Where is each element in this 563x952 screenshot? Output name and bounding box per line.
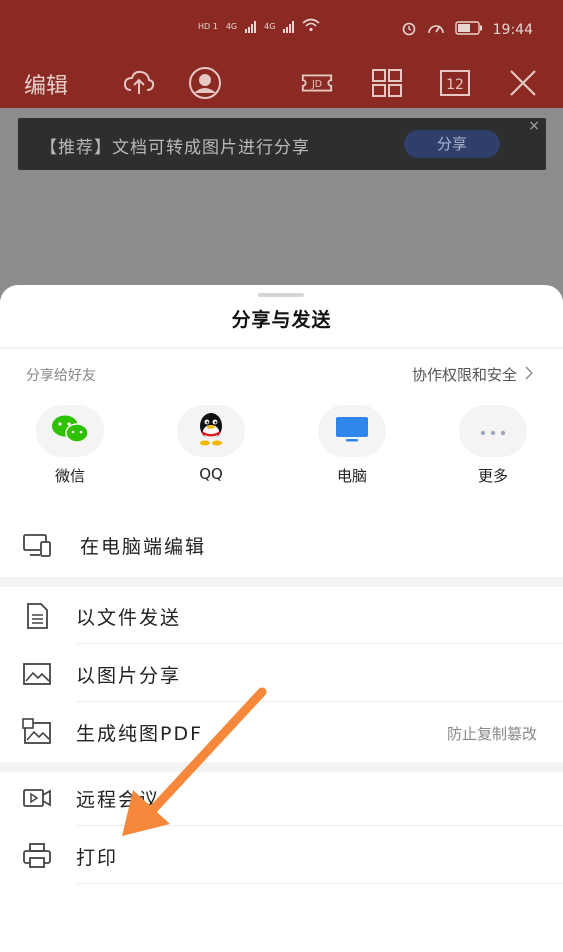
remote-meeting-row[interactable]: 远程会议	[0, 770, 563, 826]
banner-text: 【推荐】文档可转成图片进行分享	[40, 138, 310, 158]
image-icon	[22, 660, 52, 688]
row-label: 以图片分享	[76, 665, 182, 687]
recommend-banner: 【推荐】文档可转成图片进行分享 分享 ×	[18, 118, 546, 170]
status-bar: HD 1 4G 4G 19:44	[0, 0, 563, 58]
more-icon	[478, 422, 508, 441]
share-circle	[459, 405, 527, 457]
share-to-friends-label: 分享给好友	[26, 368, 96, 384]
sim2-network: 4G	[264, 22, 276, 31]
row-label: 生成纯图PDF	[76, 723, 204, 745]
share-target-computer[interactable]: 电脑	[312, 405, 392, 486]
row-note: 防止复制篡改	[446, 725, 537, 743]
share-target-label: 电脑	[336, 467, 367, 485]
divider	[76, 825, 563, 826]
share-target-wechat[interactable]: 微信	[30, 405, 110, 486]
chevron-right-icon	[525, 365, 534, 384]
share-circle	[318, 405, 386, 457]
grid-icon[interactable]	[370, 66, 404, 100]
signal-group: HD 1 4G 4G	[198, 18, 320, 35]
row-label: 在电脑端编辑	[80, 536, 207, 558]
signal-icon	[245, 20, 257, 33]
divider	[76, 701, 563, 702]
file-icon	[22, 602, 52, 630]
share-target-qq[interactable]: QQ	[171, 405, 251, 483]
row-label: 打印	[76, 847, 119, 869]
share-target-label: QQ	[199, 465, 223, 483]
qq-icon	[194, 410, 228, 452]
row-label: 远程会议	[76, 789, 161, 811]
share-sheet: 分享与发送 分享给好友 协作权限和安全 微信 QQ 电脑 更多 在电脑端编辑 以…	[0, 285, 563, 952]
divider	[76, 883, 563, 884]
share-target-label: 微信	[54, 467, 85, 485]
share-target-label: 更多	[477, 467, 508, 485]
printer-icon	[22, 842, 52, 870]
permission-link-label: 协作权限和安全	[411, 366, 517, 384]
computer-icon	[334, 414, 370, 448]
banner-close-icon[interactable]: ×	[528, 118, 540, 134]
signal-icon	[283, 20, 295, 33]
status-right-group: 19:44	[401, 20, 533, 40]
share-target-more[interactable]: 更多	[453, 405, 533, 486]
devices-icon	[22, 531, 52, 559]
share-image-row[interactable]: 以图片分享	[0, 646, 563, 702]
clock-time: 19:44	[492, 22, 533, 38]
wechat-icon	[50, 413, 90, 449]
row-label: 以文件发送	[76, 607, 182, 629]
jd-icon[interactable]: JD	[300, 66, 336, 100]
section-separator	[0, 577, 563, 587]
cloud-upload-icon[interactable]	[122, 66, 156, 100]
battery-icon	[454, 21, 483, 39]
page-count-icon[interactable]: 12	[438, 66, 472, 100]
pdf-image-icon	[22, 718, 52, 746]
print-row[interactable]: 打印	[0, 828, 563, 884]
drag-handle[interactable]	[258, 293, 304, 297]
speed-icon	[427, 20, 445, 40]
avatar-icon[interactable]	[188, 66, 222, 100]
alarm-icon	[401, 20, 417, 40]
send-file-row[interactable]: 以文件发送	[0, 588, 563, 644]
share-circle	[36, 405, 104, 457]
divider	[76, 643, 563, 644]
jd-label: JD	[311, 79, 322, 90]
divider	[0, 347, 563, 349]
edit-on-pc-row[interactable]: 在电脑端编辑	[0, 517, 563, 573]
close-icon[interactable]	[506, 66, 540, 100]
sim1-label: HD 1	[198, 22, 218, 31]
page-count-label: 12	[446, 77, 464, 93]
video-icon	[22, 784, 52, 812]
edit-button[interactable]: 编辑	[24, 68, 68, 100]
editor-toolbar: 编辑 JD 12	[0, 58, 563, 108]
sim1-network: 4G	[225, 22, 238, 31]
sheet-title: 分享与发送	[231, 309, 332, 331]
banner-share-button[interactable]: 分享	[404, 130, 500, 158]
permission-security-link[interactable]: 协作权限和安全	[411, 364, 534, 385]
wifi-icon	[302, 18, 320, 35]
share-circle	[177, 405, 245, 457]
pure-image-pdf-row[interactable]: 生成纯图PDF 防止复制篡改	[0, 704, 563, 760]
